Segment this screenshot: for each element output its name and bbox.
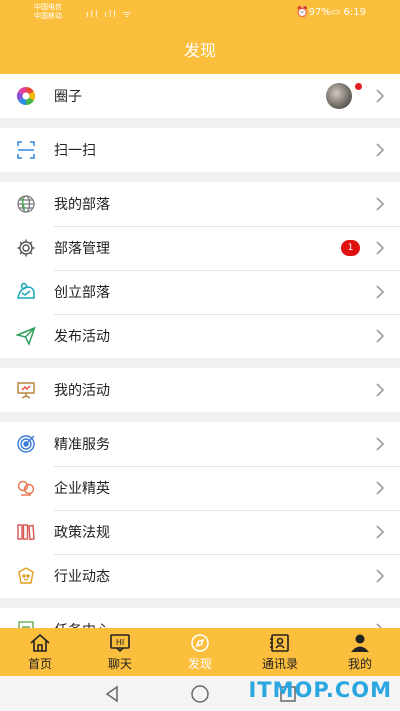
carrier-2: 中国移动 <box>34 12 62 20</box>
group-services: 精准服务 企业精英 政策法规 行业动态 <box>0 422 400 598</box>
menu-item-label: 创立部落 <box>54 285 110 301</box>
chevron-right-icon <box>376 285 385 299</box>
easel-icon <box>16 380 36 400</box>
menu-item-policy[interactable]: 政策法规 <box>0 510 400 554</box>
menu-item-label: 发布活动 <box>54 329 110 345</box>
industry-icon <box>16 566 36 586</box>
home-circle-icon[interactable] <box>190 684 210 704</box>
tab-label: 发现 <box>187 657 212 671</box>
books-icon <box>16 522 36 542</box>
create-tribe-icon <box>16 282 36 302</box>
svg-text:HI: HI <box>116 638 124 647</box>
chevron-right-icon <box>376 569 385 583</box>
chevron-right-icon <box>376 89 385 103</box>
menu-item-label: 我的部落 <box>54 197 110 213</box>
signal-icons: ıll ıll ᯤ <box>86 10 133 20</box>
scan-icon <box>16 140 36 160</box>
menu-item-create-tribe[interactable]: 创立部落 <box>0 270 400 314</box>
menu-item-my-activity[interactable]: 我的活动 <box>0 368 400 412</box>
chevron-right-icon <box>376 383 385 397</box>
menu-item-label: 政策法规 <box>54 525 110 541</box>
discover-list[interactable]: 圈子 扫一扫 我的部落 部落管理 1 创立部落 发布活动 我的活动 精准服务 企… <box>0 74 400 628</box>
menu-item-label: 行业动态 <box>54 569 110 585</box>
tab-contacts[interactable]: 通讯录 <box>240 628 320 676</box>
menu-item-label: 精准服务 <box>54 437 110 453</box>
bottom-tab-bar: 首页 HI 聊天 发现 通讯录 我的 <box>0 628 400 676</box>
task-icon <box>16 620 36 628</box>
menu-item-publish-activity[interactable]: 发布活动 <box>0 314 400 358</box>
tab-label: 聊天 <box>107 657 132 671</box>
menu-item-label: 任务中心 <box>54 620 400 628</box>
target-icon <box>16 434 36 454</box>
menu-item-tribe-manage[interactable]: 部落管理 1 <box>0 226 400 270</box>
menu-item-circle[interactable]: 圈子 <box>0 74 400 118</box>
menu-item-my-tribe[interactable]: 我的部落 <box>0 182 400 226</box>
contacts-icon <box>270 634 289 652</box>
tab-chat[interactable]: HI 聊天 <box>80 628 160 676</box>
system-nav-bar: ITMOP.COM <box>0 676 400 711</box>
globe-icon <box>16 194 36 214</box>
unread-dot <box>355 83 362 90</box>
menu-item-label: 扫一扫 <box>54 143 96 159</box>
menu-item-task-center[interactable]: 任务中心 <box>0 608 400 628</box>
group-my-activity: 我的活动 <box>0 368 400 412</box>
chevron-right-icon <box>376 329 385 343</box>
home-icon <box>30 633 50 652</box>
group-tribe: 我的部落 部落管理 1 创立部落 发布活动 <box>0 182 400 358</box>
menu-item-label: 我的活动 <box>54 383 110 399</box>
group-circle: 圈子 <box>0 74 400 118</box>
user-icon <box>351 634 369 652</box>
menu-item-scan[interactable]: 扫一扫 <box>0 128 400 172</box>
group-task: 任务中心 <box>0 608 400 628</box>
battery-clock: ⏰97%▭ 6:19 <box>296 7 366 18</box>
group-scan: 扫一扫 <box>0 128 400 172</box>
status-bar: 中国电信 中国移动 ıll ıll ᯤ ⏰97%▭ 6:19 <box>0 0 400 28</box>
menu-item-precise-service[interactable]: 精准服务 <box>0 422 400 466</box>
carrier-info: 中国电信 中国移动 <box>34 3 62 21</box>
menu-item-industry-news[interactable]: 行业动态 <box>0 554 400 598</box>
avatar <box>326 83 352 109</box>
chevron-right-icon <box>376 525 385 539</box>
tab-label: 我的 <box>347 657 372 671</box>
circle-colorful-icon <box>16 86 36 106</box>
elite-icon <box>16 478 36 498</box>
tab-label: 首页 <box>27 657 52 671</box>
compass-icon <box>191 634 209 652</box>
tab-home[interactable]: 首页 <box>0 628 80 676</box>
menu-item-enterprise-elite[interactable]: 企业精英 <box>0 466 400 510</box>
chevron-right-icon <box>376 241 385 255</box>
paper-plane-icon <box>16 326 36 346</box>
watermark: ITMOP.COM <box>248 678 392 702</box>
menu-item-label: 企业精英 <box>54 481 110 497</box>
chevron-right-icon <box>376 197 385 211</box>
chevron-right-icon <box>376 481 385 495</box>
chevron-right-icon <box>376 143 385 157</box>
back-icon[interactable] <box>102 684 122 704</box>
tab-discover[interactable]: 发现 <box>160 628 240 676</box>
gear-icon <box>16 238 36 258</box>
page-title: 发现 <box>0 28 400 74</box>
chevron-right-icon <box>376 437 385 451</box>
tab-label: 通讯录 <box>261 657 298 671</box>
carrier-1: 中国电信 <box>34 3 62 11</box>
notification-badge: 1 <box>341 240 360 256</box>
tab-mine[interactable]: 我的 <box>320 628 400 676</box>
chat-icon: HI <box>110 634 130 653</box>
